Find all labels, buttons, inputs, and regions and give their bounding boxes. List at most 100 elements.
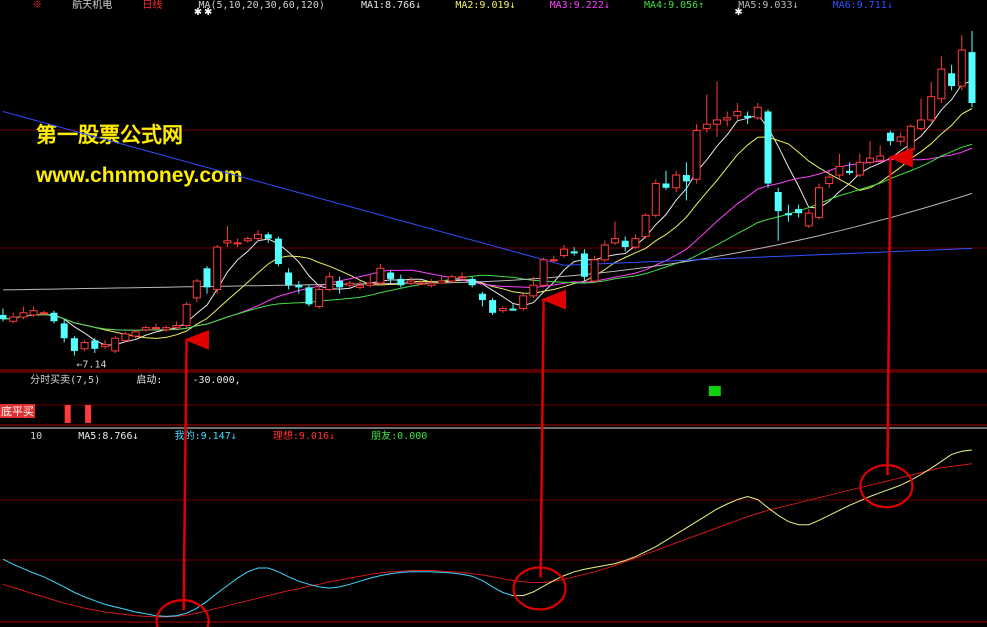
candle-body	[804, 212, 813, 227]
candle-body	[325, 276, 334, 290]
candle-body	[886, 132, 894, 142]
candle-body	[968, 52, 976, 103]
sub2-prefix: 10	[30, 431, 42, 442]
candle-body	[285, 272, 293, 286]
candle-body	[387, 272, 395, 279]
legend-ma5-value: 9.033↓	[762, 0, 798, 11]
candle-body	[855, 161, 864, 176]
candle-body	[50, 312, 58, 322]
candle-body	[906, 125, 915, 151]
candle-body	[305, 287, 313, 305]
candle-body	[489, 300, 497, 313]
candle-body	[366, 282, 375, 286]
candle-body	[896, 136, 905, 142]
sub1-signal-marker	[708, 386, 721, 396]
sub2-mine-value: 9.147↓	[201, 431, 237, 442]
candle-body	[243, 238, 252, 242]
candle-body	[458, 276, 466, 279]
candle-body	[233, 242, 242, 245]
sub2-ma5-label: MA5:	[78, 431, 102, 442]
candle-body	[835, 166, 844, 176]
sub2-friend-value: 0.000	[397, 431, 427, 442]
sub2-mine-label: 我的:	[175, 429, 201, 442]
candle-body	[774, 192, 782, 212]
legend-ma5-label: MA5:	[738, 0, 762, 11]
candle-body	[223, 240, 232, 244]
candle-body	[9, 316, 18, 322]
candle-body	[29, 310, 38, 316]
candle-body	[336, 281, 344, 288]
candle-body	[91, 340, 99, 349]
legend-stock-name: 航天机电	[72, 0, 112, 11]
candle-body	[356, 284, 364, 288]
candle-body	[498, 308, 507, 312]
candle-body	[162, 327, 171, 331]
candle-body	[672, 174, 681, 189]
candle-body	[600, 244, 609, 261]
candle-body	[468, 278, 476, 286]
candle-body	[254, 233, 262, 240]
legend-ma4-label: MA4:	[644, 0, 668, 11]
candle-body	[611, 238, 619, 244]
candle-body	[631, 238, 640, 248]
sub2-friend-label: 朋友:	[371, 429, 397, 442]
candle-body	[70, 338, 78, 351]
candle-body	[580, 253, 588, 277]
sub2-ideal-value: 9.016↓	[299, 431, 335, 442]
sub1-start-label: 启动:	[136, 373, 162, 386]
candle-body	[131, 331, 140, 337]
candle-body	[866, 157, 874, 163]
candle-body	[937, 68, 946, 100]
candle-body	[651, 183, 660, 216]
candle-body	[917, 119, 925, 129]
low-price-label: ←7.14	[76, 360, 106, 371]
candle-body	[19, 312, 28, 318]
legend-ma4-value: 9.056↑	[668, 0, 704, 11]
candle-body	[152, 327, 160, 330]
chart-background	[0, 0, 987, 627]
candle-body	[0, 314, 7, 320]
candle-body	[539, 259, 548, 286]
sub1-legend: 分时买卖(7,5) 启动: -30.000,	[0, 373, 259, 386]
candle-body	[702, 123, 711, 129]
candle-body	[876, 155, 885, 161]
sub2-ideal-label: 理想:	[273, 429, 299, 442]
candle-body	[397, 278, 405, 286]
candle-body	[111, 337, 120, 352]
candle-body	[213, 246, 222, 290]
candle-body	[427, 282, 436, 286]
candle-body	[744, 115, 752, 118]
sub1-start-value: -30.000,	[192, 375, 240, 386]
candle-body	[295, 285, 303, 288]
legend-ma2-label: MA2:	[455, 0, 479, 11]
sub2-legend: 10 MA5:8.766↓ 我的:9.147↓ 理想:9.016↓ 朋友:0.0…	[0, 429, 445, 442]
candle-body	[519, 295, 528, 310]
candle-body	[447, 276, 456, 282]
candle-body	[80, 341, 89, 350]
sub2-ma5-value: 8.766↓	[102, 431, 138, 442]
candle-body	[549, 259, 558, 262]
candle-body	[274, 238, 282, 265]
candle-body	[682, 175, 690, 182]
candle-body	[560, 248, 568, 257]
candle-body	[570, 251, 578, 254]
candle-body	[927, 96, 936, 121]
candle-body	[121, 333, 130, 341]
candle-body	[141, 327, 150, 331]
candle-body	[733, 110, 742, 117]
legend-ma3-value: 9.222↓	[574, 0, 610, 11]
sub1-indicator-name: 分时买卖(7,5)	[30, 374, 100, 386]
watermark-url: www.chnmoney.com	[35, 164, 243, 187]
candle-body	[60, 323, 68, 339]
candle-body	[825, 176, 834, 185]
candle-body	[101, 344, 109, 348]
candle-body	[182, 303, 191, 326]
legend-period: 日线	[142, 0, 162, 11]
candle-body	[172, 325, 181, 329]
legend-ma3-label: MA3:	[550, 0, 574, 11]
stock-chart[interactable]: 第一股票公式网 www.chnmoney.com ✱✱✱✱ ←7.14 ※ 航天…	[0, 0, 987, 627]
candle-body	[621, 240, 629, 248]
legend-ma2-value: 9.019↓	[479, 0, 515, 11]
candle-body	[39, 312, 48, 315]
candle-body	[590, 259, 599, 282]
